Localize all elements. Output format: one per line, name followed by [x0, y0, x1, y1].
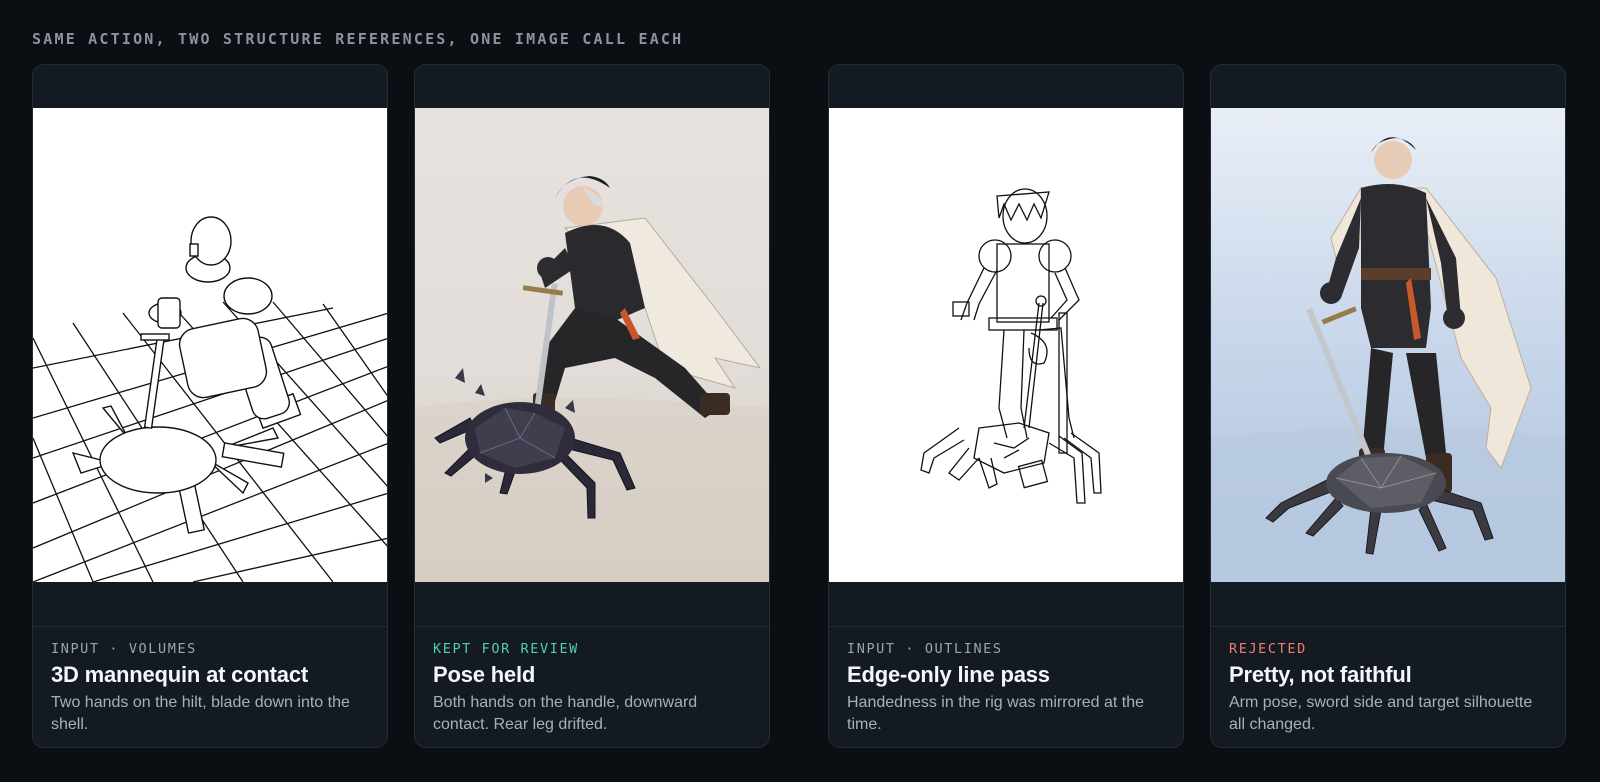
- card-tag: KEPT FOR REVIEW: [433, 641, 579, 657]
- card-tag: INPUT · OUTLINES: [847, 641, 1003, 657]
- card-divider: [1211, 626, 1565, 627]
- card-title: Edge-only line pass: [847, 662, 1050, 687]
- card-tag: REJECTED: [1229, 641, 1307, 657]
- card-mannequin[interactable]: INPUT · VOLUMES 3D mannequin at contact …: [32, 64, 388, 748]
- card-description: Both hands on the handle, downward conta…: [433, 694, 698, 733]
- card-tag: INPUT · VOLUMES: [51, 641, 197, 657]
- card-title: 3D mannequin at contact: [51, 662, 308, 687]
- card-description: Arm pose, sword side and target silhouet…: [1229, 694, 1533, 733]
- rendered-swordsman-standing-image: [1211, 108, 1565, 582]
- card-divider: [33, 626, 387, 627]
- rendered-swordsman-kneeling-image: [415, 108, 769, 582]
- card-title: Pose held: [433, 662, 536, 687]
- section-heading: SAME ACTION, TWO STRUCTURE REFERENCES, O…: [32, 30, 684, 48]
- card-rejected[interactable]: REJECTED Pretty, not faithful Arm pose, …: [1210, 64, 1566, 748]
- card-description: Two hands on the hilt, blade down into t…: [51, 694, 350, 733]
- line-art-outline-image: [829, 108, 1183, 582]
- card-divider: [829, 626, 1183, 627]
- mannequin-wireframe-image: [33, 108, 387, 582]
- card-pose-held[interactable]: KEPT FOR REVIEW Pose held Both hands on …: [414, 64, 770, 748]
- card-divider: [415, 626, 769, 627]
- card-line-pass[interactable]: INPUT · OUTLINES Edge-only line pass Han…: [828, 64, 1184, 748]
- card-title: Pretty, not faithful: [1229, 662, 1412, 687]
- card-description: Handedness in the rig was mirrored at th…: [847, 694, 1145, 733]
